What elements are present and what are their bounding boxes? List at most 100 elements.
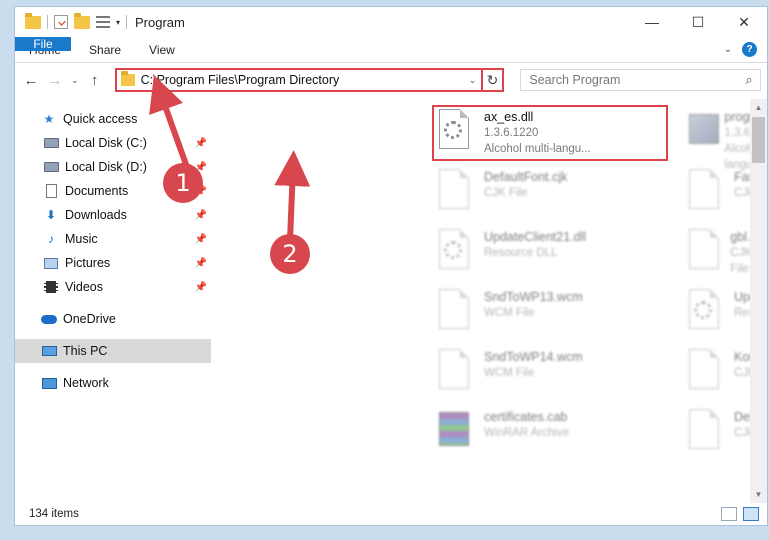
file-name: DefaultFont.cjk xyxy=(484,170,568,184)
pin-icon: 📌 xyxy=(194,233,207,245)
sidebar-item-label: Pictures xyxy=(65,256,111,270)
sidebar-item-label: Quick access xyxy=(63,112,138,126)
file-icon xyxy=(439,289,469,329)
sidebar-item-pictures[interactable]: Pictures 📌 xyxy=(15,251,211,275)
minimize-button[interactable]: — xyxy=(629,7,675,37)
file-icon xyxy=(689,409,719,449)
new-folder-icon[interactable] xyxy=(74,12,90,29)
file-type: Resource DLL xyxy=(484,247,558,259)
exe-file-icon xyxy=(689,114,719,144)
pictures-icon xyxy=(44,257,58,269)
sidebar-item-network[interactable]: Network xyxy=(15,371,211,395)
scroll-up-icon[interactable]: ▲ xyxy=(750,99,767,116)
sidebar-item-local-disk-c[interactable]: Local Disk (C:) 📌 xyxy=(15,131,211,155)
separator xyxy=(47,15,48,29)
step-badge-2: 2 xyxy=(270,234,310,274)
item-count: 134 items xyxy=(29,508,79,520)
step-badge-1: 1 xyxy=(163,163,203,203)
file-name: SndToWP14.wcm xyxy=(484,350,583,364)
music-icon: ♪ xyxy=(48,232,54,246)
file-item[interactable]: SndToWP13.wcm WCM File xyxy=(436,289,583,333)
file-item[interactable]: UpdateClient21.dll Resource DLL xyxy=(436,229,586,273)
close-button[interactable]: ✕ xyxy=(721,7,767,37)
videos-icon xyxy=(44,281,58,293)
view-list-icon[interactable] xyxy=(96,16,110,28)
sidebar-item-label: Downloads xyxy=(65,208,127,222)
file-icon xyxy=(689,349,719,389)
pin-icon: 📌 xyxy=(194,209,207,221)
back-button[interactable]: ← xyxy=(21,72,41,89)
tab-share[interactable]: Share xyxy=(75,37,135,62)
computer-icon xyxy=(41,346,57,356)
downloads-icon: ⬇ xyxy=(45,208,57,222)
file-icon xyxy=(439,169,469,209)
folder-icon xyxy=(25,12,41,29)
network-icon xyxy=(41,377,57,389)
search-icon[interactable]: ⌕ xyxy=(738,72,760,88)
up-button[interactable]: ↑ xyxy=(85,72,105,89)
forward-button[interactable]: → xyxy=(45,72,65,89)
scroll-thumb[interactable] xyxy=(752,117,765,163)
sidebar-item-label: Music xyxy=(65,232,98,246)
recent-locations-icon[interactable]: ⌄ xyxy=(69,75,81,86)
pin-icon: 📌 xyxy=(194,137,207,149)
sidebar-item-label: Videos xyxy=(65,280,103,294)
sidebar-item-quick-access[interactable]: ★ Quick access xyxy=(15,107,211,131)
ribbon-tabs: File Home Share View ⌄ ? xyxy=(15,37,767,63)
pin-icon: 📌 xyxy=(194,281,207,293)
search-input[interactable]: Search Program ⌕ xyxy=(520,69,762,91)
file-list: ax_es.dll 1.3.6.1220 Alcohol multi-langu… xyxy=(211,99,767,503)
pin-icon: 📌 xyxy=(194,257,207,269)
tab-file[interactable]: File xyxy=(15,37,71,51)
address-bar[interactable]: C:\Program Files\Program Directory ⌄ xyxy=(114,68,483,92)
properties-icon[interactable] xyxy=(54,15,68,29)
dll-file-icon xyxy=(694,301,712,319)
cloud-icon xyxy=(41,314,57,324)
tab-view[interactable]: View xyxy=(135,37,189,62)
address-dropdown-icon[interactable]: ⌄ xyxy=(465,75,481,86)
sidebar-item-this-pc[interactable]: This PC xyxy=(15,339,211,363)
search-placeholder: Search Program xyxy=(529,73,621,87)
file-item[interactable]: DefaultFont.cjk CJK File xyxy=(436,169,567,213)
tiles-view-icon[interactable] xyxy=(743,507,759,521)
sidebar-item-music[interactable]: ♪ Music 📌 xyxy=(15,227,211,251)
file-icon xyxy=(689,229,719,269)
window-title: Program xyxy=(135,14,185,30)
address-path[interactable]: C:\Program Files\Program Directory xyxy=(141,73,465,87)
refresh-button[interactable]: ↻ xyxy=(482,68,505,92)
file-type: CJK File xyxy=(484,187,528,199)
documents-icon xyxy=(45,184,57,198)
file-icon xyxy=(689,169,719,209)
sidebar-item-label: Local Disk (D:) xyxy=(65,160,147,174)
vertical-scrollbar[interactable]: ▲ ▼ xyxy=(750,99,767,503)
sidebar-item-label: Local Disk (C:) xyxy=(65,136,147,150)
file-item[interactable]: SndToWP14.wcm WCM File xyxy=(436,349,583,393)
file-name: SndToWP13.wcm xyxy=(484,290,583,304)
dll-file-icon xyxy=(444,241,462,259)
sidebar-item-downloads[interactable]: ⬇ Downloads 📌 xyxy=(15,203,211,227)
sidebar-item-label: Network xyxy=(63,376,109,390)
sidebar-item-label: OneDrive xyxy=(63,312,116,326)
file-type: WCM File xyxy=(484,307,535,319)
expand-ribbon-icon[interactable]: ⌄ xyxy=(724,44,732,55)
help-icon[interactable]: ? xyxy=(742,42,757,57)
highlight-box xyxy=(432,105,668,161)
title-bar: ▾ Program — ☐ ✕ xyxy=(15,7,767,37)
folder-icon xyxy=(120,71,135,86)
sidebar-item-videos[interactable]: Videos 📌 xyxy=(15,275,211,299)
maximize-button[interactable]: ☐ xyxy=(675,7,721,37)
details-view-icon[interactable] xyxy=(721,507,737,521)
file-type: WinRAR Archive xyxy=(484,427,569,439)
scroll-down-icon[interactable]: ▼ xyxy=(750,486,767,503)
address-row: ← → ⌄ ↑ C:\Program Files\Program Directo… xyxy=(15,63,767,97)
customize-dropdown-icon[interactable]: ▾ xyxy=(116,18,120,27)
sidebar-item-onedrive[interactable]: OneDrive xyxy=(15,307,211,331)
quick-access-toolbar: ▾ xyxy=(15,12,128,29)
archive-icon xyxy=(439,412,469,446)
file-name: certificates.cab xyxy=(484,410,568,424)
sidebar-item-label: Documents xyxy=(65,184,129,198)
file-item[interactable]: certificates.cab WinRAR Archive xyxy=(436,409,569,453)
explorer-window: ▾ Program — ☐ ✕ File Home Share View ⌄ ?… xyxy=(14,6,768,526)
file-icon xyxy=(439,349,469,389)
status-bar: 134 items xyxy=(15,503,767,525)
